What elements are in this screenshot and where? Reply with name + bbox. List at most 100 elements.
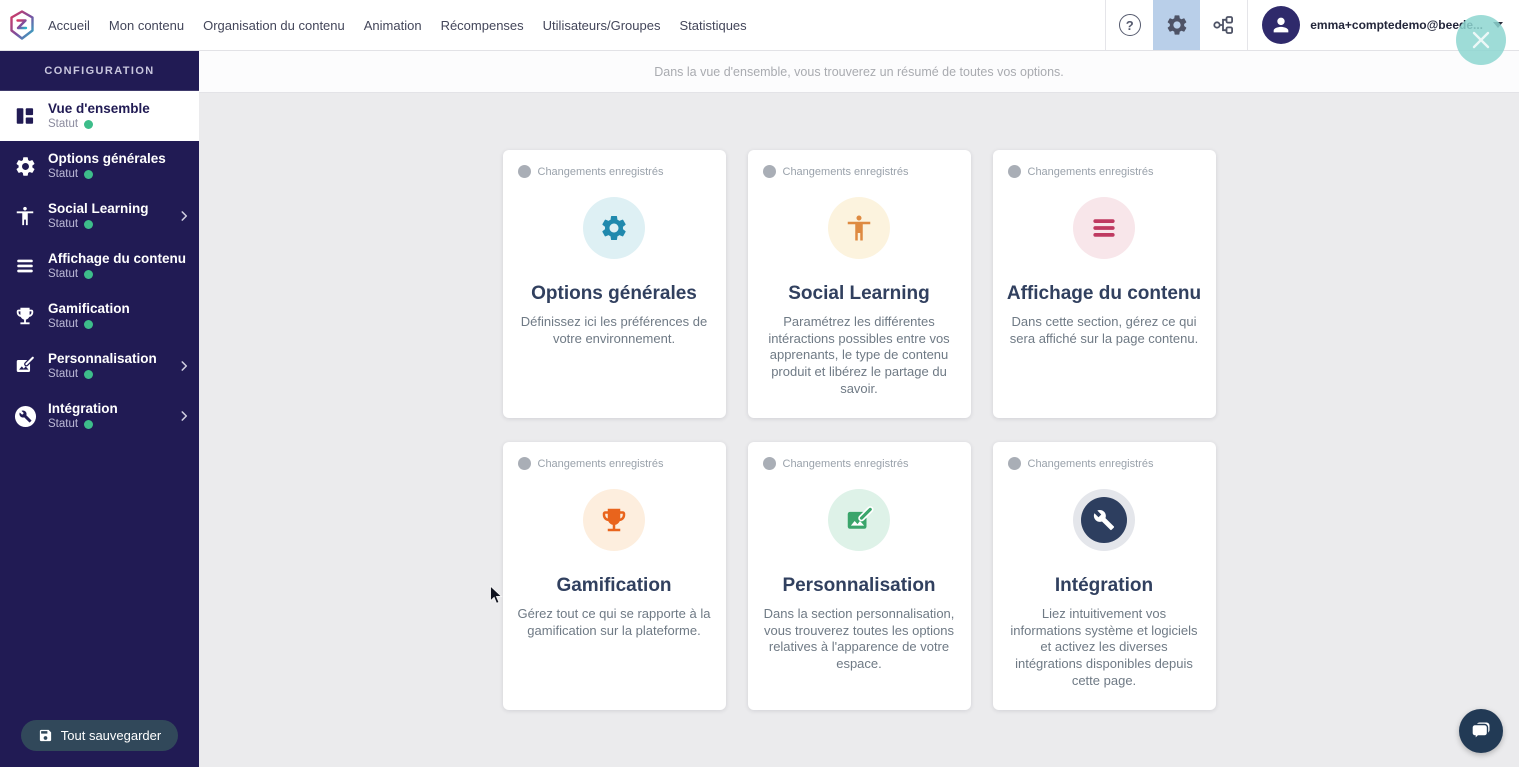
menu-item-mon-contenu[interactable]: Mon contenu — [109, 18, 184, 33]
sidebar-item-affichage-du-contenu[interactable]: Affichage du contenu Statut — [0, 241, 199, 291]
status-label: Statut — [48, 318, 78, 331]
saved-dot-icon — [518, 165, 531, 178]
image-edit-icon — [828, 489, 890, 551]
card-description: Définissez ici les préférences de votre … — [503, 314, 726, 347]
card-options-generales[interactable]: Changements enregistrés Options générale… — [503, 150, 726, 418]
help-icon: ? — [1119, 14, 1141, 36]
user-avatar-icon — [1270, 14, 1292, 36]
saved-dot-icon — [763, 165, 776, 178]
wrench-icon — [1081, 497, 1127, 543]
card-personnalisation[interactable]: Changements enregistrés Personnalisation… — [748, 442, 971, 710]
saved-dot-icon — [1008, 165, 1021, 178]
status-dot — [84, 370, 93, 379]
saved-badge-label: Changements enregistrés — [1028, 166, 1154, 178]
sidebar-item-label: Social Learning — [48, 201, 149, 217]
sidebar-item-label: Vue d'ensemble — [48, 101, 150, 117]
saved-changes-badge: Changements enregistrés — [993, 150, 1216, 178]
status-dot — [84, 170, 93, 179]
trophy-icon — [583, 489, 645, 551]
sidebar-item-label: Personnalisation — [48, 351, 157, 367]
image-edit-icon — [12, 355, 38, 377]
save-icon — [38, 728, 53, 743]
app-logo[interactable] — [0, 8, 44, 42]
status-dot — [84, 120, 93, 129]
card-title: Intégration — [993, 575, 1216, 597]
settings-button[interactable] — [1153, 0, 1200, 50]
card-integration[interactable]: Changements enregistrés Intégration Liez… — [993, 442, 1216, 710]
card-title: Options générales — [503, 283, 726, 305]
save-all-button[interactable]: Tout sauvegarder — [21, 720, 178, 751]
menu-lines-icon — [1073, 197, 1135, 259]
sidebar-item-label: Options générales — [48, 151, 166, 167]
card-title: Affichage du contenu — [993, 283, 1216, 305]
saved-changes-badge: Changements enregistrés — [993, 442, 1216, 470]
card-title: Social Learning — [748, 283, 971, 305]
help-button[interactable]: ? — [1106, 0, 1153, 50]
saved-dot-icon — [1008, 457, 1021, 470]
wrench-icon-circle — [1073, 489, 1135, 551]
saved-dot-icon — [763, 457, 776, 470]
menu-item-animation[interactable]: Animation — [364, 18, 422, 33]
status-label: Statut — [48, 218, 78, 231]
saved-badge-label: Changements enregistrés — [538, 166, 664, 178]
gear-icon — [1165, 13, 1189, 37]
sidebar-item-personnalisation[interactable]: Personnalisation Statut — [0, 341, 199, 391]
gear-icon — [12, 155, 38, 178]
card-description: Gérez tout ce qui se rapporte à la gamif… — [503, 606, 726, 639]
main-content: Dans la vue d'ensemble, vous trouverez u… — [199, 51, 1519, 767]
card-gamification[interactable]: Changements enregistrés Gamification Gér… — [503, 442, 726, 710]
menu-item-utilisateurs[interactable]: Utilisateurs/Groupes — [543, 18, 661, 33]
person-icon — [12, 205, 38, 227]
saved-badge-label: Changements enregistrés — [783, 166, 909, 178]
top-navigation: Accueil Mon contenu Organisation du cont… — [0, 0, 1519, 51]
sidebar-item-vue-densemble[interactable]: Vue d'ensemble Statut — [0, 91, 199, 141]
info-banner-text: Dans la vue d'ensemble, vous trouverez u… — [654, 65, 1064, 79]
logo-hexagon-icon — [5, 8, 39, 42]
status-dot — [84, 420, 93, 429]
config-cards-grid: Changements enregistrés Options générale… — [503, 150, 1216, 710]
status-dot — [84, 270, 93, 279]
card-description: Paramétrez les différentes intéractions … — [748, 314, 971, 397]
card-description: Dans cette section, gérez ce qui sera af… — [993, 314, 1216, 347]
saved-badge-label: Changements enregistrés — [1028, 458, 1154, 470]
chevron-right-icon — [177, 359, 191, 373]
sidebar-item-label: Gamification — [48, 301, 130, 317]
saved-badge-label: Changements enregistrés — [538, 458, 664, 470]
chevron-right-icon — [177, 209, 191, 223]
menu-item-statistiques[interactable]: Statistiques — [679, 18, 746, 33]
menu-item-recompenses[interactable]: Récompenses — [441, 18, 524, 33]
info-banner: Dans la vue d'ensemble, vous trouverez u… — [199, 51, 1519, 93]
dashboard-icon — [12, 105, 38, 127]
chat-widget-button[interactable] — [1459, 709, 1503, 753]
sidebar-item-label: Affichage du contenu — [48, 251, 186, 267]
card-affichage-du-contenu[interactable]: Changements enregistrés Affichage du con… — [993, 150, 1216, 418]
status-dot — [84, 320, 93, 329]
saved-badge-label: Changements enregistrés — [783, 458, 909, 470]
sidebar-item-gamification[interactable]: Gamification Statut — [0, 291, 199, 341]
close-overlay-button[interactable] — [1456, 15, 1506, 65]
close-icon — [1469, 28, 1493, 52]
menu-item-organisation[interactable]: Organisation du contenu — [203, 18, 345, 33]
chevron-right-icon — [177, 409, 191, 423]
menu-lines-icon — [12, 255, 38, 277]
card-social-learning[interactable]: Changements enregistrés Social Learning … — [748, 150, 971, 418]
status-label: Statut — [48, 118, 78, 131]
chat-bubble-icon — [1469, 719, 1493, 743]
status-label: Statut — [48, 168, 78, 181]
sidebar-item-options-generales[interactable]: Options générales Statut — [0, 141, 199, 191]
sidebar-item-integration[interactable]: Intégration Statut — [0, 391, 199, 441]
status-label: Statut — [48, 418, 78, 431]
saved-changes-badge: Changements enregistrés — [748, 442, 971, 470]
trophy-icon — [12, 305, 38, 327]
card-description: Dans la section personnalisation, vous t… — [748, 606, 971, 673]
configuration-sidebar: CONFIGURATION Vue d'ensemble Statut Opti… — [0, 51, 199, 767]
hierarchy-icon — [1212, 13, 1236, 37]
menu-item-accueil[interactable]: Accueil — [48, 18, 90, 33]
status-label: Statut — [48, 368, 78, 381]
status-label: Statut — [48, 268, 78, 281]
hierarchy-button[interactable] — [1200, 0, 1247, 50]
gear-icon — [583, 197, 645, 259]
saved-changes-badge: Changements enregistrés — [503, 150, 726, 178]
sidebar-item-social-learning[interactable]: Social Learning Statut — [0, 191, 199, 241]
person-icon — [828, 197, 890, 259]
